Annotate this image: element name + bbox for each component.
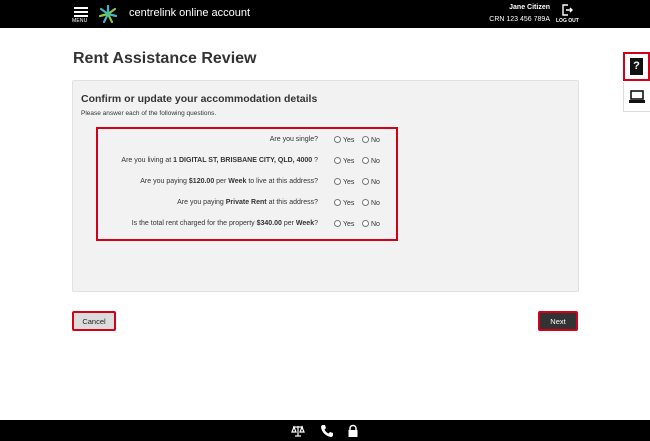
print-button[interactable] — [623, 82, 650, 112]
help-button[interactable]: ? — [623, 52, 650, 81]
address-yes-option[interactable]: Yes — [334, 157, 354, 167]
radio-button[interactable] — [334, 220, 341, 227]
menu-label: MENU — [72, 18, 88, 24]
radio-button[interactable] — [362, 220, 369, 227]
question-row-single: Are you single? Yes No — [98, 136, 396, 148]
question-row-rent-type: Are you paying Private Rent at this addr… — [98, 199, 396, 211]
top-header: MENU centrelink online account Jane Citi… — [0, 0, 650, 28]
question-row-total-rent: Is the total rent charged for the proper… — [98, 220, 396, 232]
payment-no-option[interactable]: No — [362, 178, 380, 188]
questions-group: Are you single? Yes No Are you living at… — [96, 127, 398, 241]
radio-button[interactable] — [334, 178, 341, 185]
total-rent-no-option[interactable]: No — [362, 220, 380, 230]
panel-instructions: Please answer each of the following ques… — [81, 110, 217, 117]
radio-button[interactable] — [334, 157, 341, 164]
question-text: Are you paying Private Rent at this addr… — [177, 199, 318, 206]
question-row-address: Are you living at 1 DIGITAL ST, BRISBANE… — [98, 157, 396, 169]
accommodation-panel: Confirm or update your accommodation det… — [72, 80, 579, 292]
menu-icon — [74, 7, 88, 9]
single-no-option[interactable]: No — [362, 136, 380, 146]
radio-button[interactable] — [362, 178, 369, 185]
radio-button[interactable] — [334, 136, 341, 143]
single-yes-option[interactable]: Yes — [334, 136, 354, 146]
question-row-payment: Are you paying $120.00 per Week to live … — [98, 178, 396, 190]
customer-reference-number: CRN 123 456 789A — [489, 16, 550, 23]
radio-button[interactable] — [334, 199, 341, 206]
logout-icon — [562, 4, 573, 16]
rent-type-no-option[interactable]: No — [362, 199, 380, 209]
rent-type-yes-option[interactable]: Yes — [334, 199, 354, 209]
next-button[interactable]: Next — [538, 311, 578, 331]
logout-button[interactable]: LOG OUT — [554, 4, 580, 26]
question-text: Are you paying $120.00 per Week to live … — [140, 178, 318, 185]
address-no-option[interactable]: No — [362, 157, 380, 167]
centrelink-logo-icon — [98, 4, 118, 24]
lock-icon[interactable] — [346, 424, 360, 438]
logout-label: LOG OUT — [556, 18, 579, 24]
radio-button[interactable] — [362, 157, 369, 164]
cancel-button[interactable]: Cancel — [72, 311, 116, 331]
scales-icon[interactable] — [291, 424, 305, 438]
app-title: centrelink online account — [129, 7, 251, 19]
print-icon — [629, 90, 645, 103]
help-icon: ? — [630, 58, 643, 75]
payment-yes-option[interactable]: Yes — [334, 178, 354, 188]
panel-heading: Confirm or update your accommodation det… — [81, 93, 318, 105]
page-title: Rent Assistance Review — [73, 50, 257, 67]
question-text: Are you single? — [269, 136, 318, 143]
footer-bar — [0, 420, 650, 441]
radio-button[interactable] — [362, 136, 369, 143]
user-name: Jane Citizen — [509, 4, 550, 11]
phone-icon[interactable] — [320, 424, 334, 438]
radio-button[interactable] — [362, 199, 369, 206]
question-text: Is the total rent charged for the proper… — [131, 220, 318, 227]
question-text: Are you living at 1 DIGITAL ST, BRISBANE… — [121, 157, 318, 164]
total-rent-yes-option[interactable]: Yes — [334, 220, 354, 230]
menu-button[interactable]: MENU — [72, 4, 92, 26]
